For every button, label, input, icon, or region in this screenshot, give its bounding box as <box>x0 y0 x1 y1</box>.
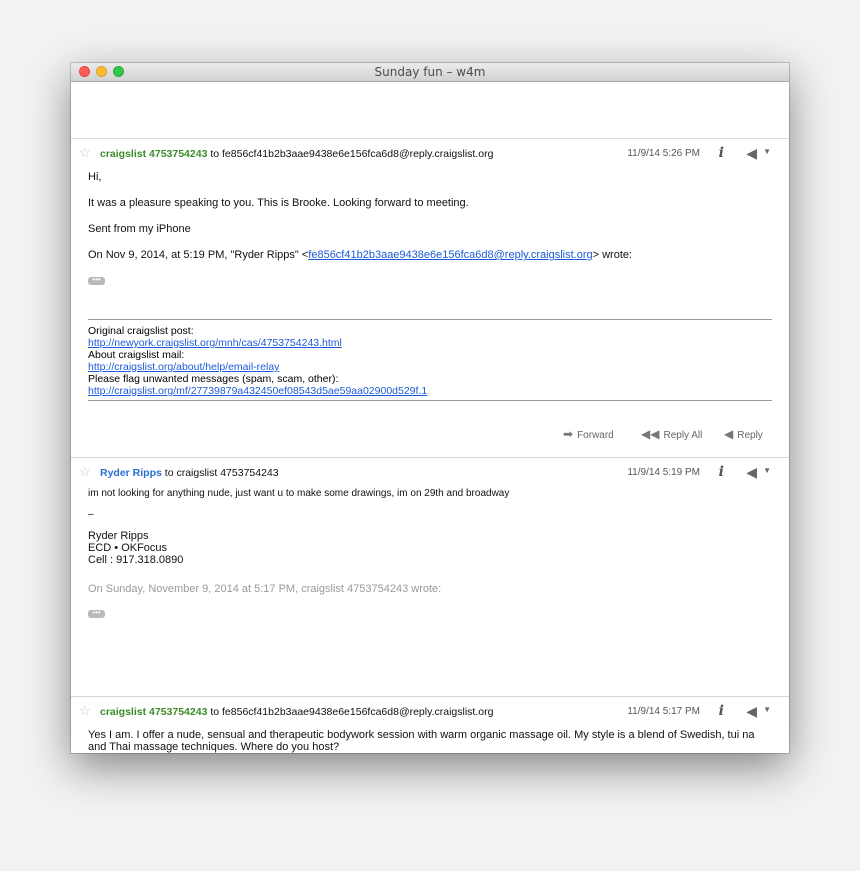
reply-icon[interactable]: ◀ <box>746 145 757 162</box>
sender-name[interactable]: craigslist 4753754243 <box>100 148 207 160</box>
body-line: Sent from my iPhone <box>88 223 191 235</box>
chevron-down-icon[interactable]: ▼ <box>763 466 771 475</box>
craigslist-footer: Original craigslist post: http://newyork… <box>88 319 772 401</box>
message-date: 11/9/14 5:17 PM <box>627 706 700 717</box>
sender-name[interactable]: craigslist 4753754243 <box>100 706 207 718</box>
message-body: im not looking for anything nude, just w… <box>71 488 789 618</box>
message-header: ☆ craigslist 4753754243 to fe856cf41b2b3… <box>71 697 789 725</box>
reply-small-icon: ◀ <box>724 427 734 441</box>
footer-label: Please flag unwanted messages (spam, sca… <box>88 373 339 385</box>
footer-link[interactable]: http://newyork.craigslist.org/mnh/cas/47… <box>88 337 342 349</box>
footer-link[interactable]: http://craigslist.org/about/help/email-r… <box>88 361 279 373</box>
message-from: craigslist 4753754243 to fe856cf41b2b3aa… <box>100 706 493 718</box>
signature-title: ECD • OKFocus <box>88 542 168 554</box>
message-body: Yes I am. I offer a nude, sensual and th… <box>71 729 789 753</box>
reply-button[interactable]: ◀ Reply <box>724 427 763 441</box>
message-body: Hi, It was a pleasure speaking to you. T… <box>71 171 789 285</box>
message-from: craigslist 4753754243 to fe856cf41b2b3aa… <box>100 148 493 160</box>
info-icon[interactable]: i <box>719 145 724 161</box>
message-actions: ➡ Forward ◀◀ Reply All ◀ Reply <box>71 423 789 445</box>
signature: Ryder Ripps ECD • OKFocus Cell : 917.318… <box>88 530 772 566</box>
reply-all-button[interactable]: ◀◀ Reply All <box>641 427 702 441</box>
ellipsis-row: ••• <box>88 273 772 285</box>
body-line: It was a pleasure speaking to you. This … <box>88 197 469 209</box>
recipient-text: to fe856cf41b2b3aae9438e6e156fca6d8@repl… <box>210 148 494 160</box>
sender-name[interactable]: Ryder Ripps <box>100 467 162 479</box>
reply-all-icon: ◀◀ <box>641 427 660 441</box>
message-1: ☆ craigslist 4753754243 to fe856cf41b2b3… <box>71 139 789 458</box>
reply-icon[interactable]: ◀ <box>746 464 757 481</box>
show-quoted-text-button[interactable]: ••• <box>88 276 105 285</box>
reply-icon[interactable]: ◀ <box>746 703 757 720</box>
message-header: ☆ craigslist 4753754243 to fe856cf41b2b3… <box>71 139 789 167</box>
signature-name: Ryder Ripps <box>88 530 149 542</box>
mail-window: Sunday fun – w4m ☆ craigslist 4753754243… <box>71 63 789 753</box>
star-icon[interactable]: ☆ <box>79 704 91 717</box>
quote-prefix: On Nov 9, 2014, at 5:19 PM, "Ryder Ripps… <box>88 249 309 261</box>
recipient-text: to craigslist 4753754243 <box>164 467 279 479</box>
quote-suffix: > wrote: <box>592 249 633 261</box>
body-line: Yes I am. I offer a nude, sensual and th… <box>88 729 755 753</box>
chevron-down-icon[interactable]: ▼ <box>763 705 771 714</box>
quote-header: On Nov 9, 2014, at 5:19 PM, "Ryder Ripps… <box>88 249 772 261</box>
forward-icon: ➡ <box>563 427 574 441</box>
chevron-down-icon[interactable]: ▼ <box>763 147 771 156</box>
signature-cell: Cell : 917.318.0890 <box>88 554 184 566</box>
body-line: Hi, <box>88 171 102 183</box>
star-icon[interactable]: ☆ <box>79 146 91 159</box>
reply-all-label: Reply All <box>663 430 703 441</box>
message-3: ☆ craigslist 4753754243 to fe856cf41b2b3… <box>71 697 789 753</box>
footer-link[interactable]: http://craigslist.org/mf/27739879a432450… <box>88 385 427 397</box>
window-title: Sunday fun – w4m <box>374 65 486 79</box>
forward-button[interactable]: ➡ Forward <box>563 427 614 441</box>
title-bar: Sunday fun – w4m <box>71 63 789 82</box>
message-header: ☆ Ryder Ripps to craigslist 4753754243 1… <box>71 458 789 486</box>
reply-email-link[interactable]: fe856cf41b2b3aae9438e6e156fca6d8@reply.c… <box>308 249 592 261</box>
message-from: Ryder Ripps to craigslist 4753754243 <box>100 467 279 479</box>
info-icon[interactable]: i <box>719 703 724 719</box>
show-quoted-text-button[interactable]: ••• <box>88 609 105 618</box>
toolbar-area <box>71 82 789 139</box>
footer-label: About craigslist mail: <box>88 349 185 361</box>
ellipsis-row: ••• <box>88 607 772 618</box>
forward-label: Forward <box>577 430 614 441</box>
reply-label: Reply <box>737 430 763 441</box>
quote-header: On Sunday, November 9, 2014 at 5:17 PM, … <box>88 583 442 595</box>
recipient-text: to fe856cf41b2b3aae9438e6e156fca6d8@repl… <box>210 706 494 718</box>
footer-label: Original craigslist post: <box>88 325 194 337</box>
message-date: 11/9/14 5:19 PM <box>627 467 700 478</box>
body-line: im not looking for anything nude, just w… <box>88 488 510 499</box>
message-date: 11/9/14 5:26 PM <box>627 148 700 159</box>
info-icon[interactable]: i <box>719 464 724 480</box>
message-2: ☆ Ryder Ripps to craigslist 4753754243 1… <box>71 458 789 697</box>
star-icon[interactable]: ☆ <box>79 465 91 478</box>
signature-dash: – <box>88 509 94 520</box>
